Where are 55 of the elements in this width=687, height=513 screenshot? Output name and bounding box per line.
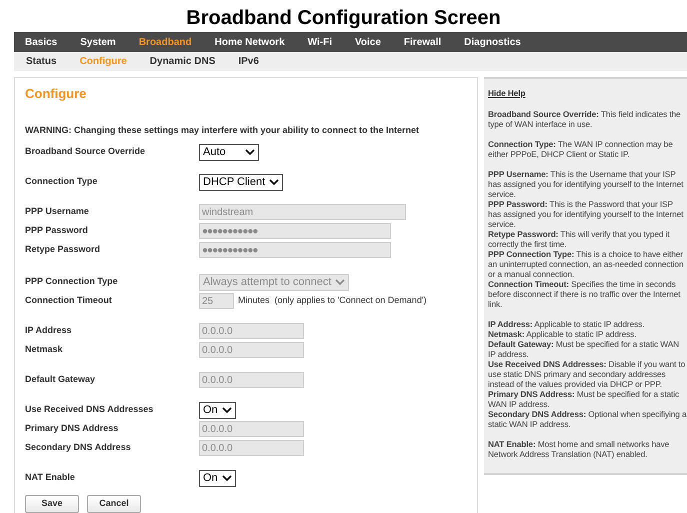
save-button[interactable]: Save [25, 495, 79, 513]
chevron-down-icon [222, 407, 232, 414]
warning-text: WARNING: Changing these settings may interfere with your ability to connect to the Internet [25, 124, 420, 137]
field-label: PPP Connection Type [25, 275, 119, 288]
help-paragraph: PPP Password: This is the Password that your ISP has assigned you for identifying yourself to the Internet service. [488, 199, 684, 229]
dropdown[interactable]: On [199, 402, 236, 419]
help-paragraph: Connection Type: The WAN IP connection may be either PPPoE, DHCP Client or Static IP. [488, 139, 674, 159]
nav-tab[interactable]: Home Network [214, 34, 285, 50]
chevron-down-icon [222, 475, 232, 482]
hide-help-link[interactable]: Hide Help [488, 88, 687, 98]
panel-title: Configure [25, 85, 88, 103]
help-paragraph: Default Gateway: Must be specified for a static WAN IP address. [488, 339, 680, 359]
nav-tab[interactable]: Diagnostics [464, 34, 521, 50]
help-paragraph: Secondary DNS Address: Optional when specifiying a static WAN IP address. [488, 409, 687, 429]
help-paragraph: Primary DNS Address: Must be specified for a static WAN IP address. [488, 389, 680, 409]
nav-tab[interactable]: Voice [354, 34, 381, 50]
field-label: Primary DNS Address [25, 422, 120, 435]
sub-nav-tab[interactable]: IPv6 [238, 54, 259, 69]
nav-tab[interactable]: Firewall [404, 34, 442, 50]
help-paragraph: Retype Password: This will verify that you typed it correctly the first time. [488, 229, 671, 249]
nav-tab[interactable]: Broadband [138, 34, 192, 50]
field-label: NAT Enable [25, 471, 76, 484]
help-paragraph: Use Received DNS Addresses: Disable if you want to use static DNS primary and secondary addresses instead of the values provided via DHCP or PPP. [488, 359, 686, 389]
field-label: Use Received DNS Addresses [25, 403, 154, 416]
field-label: PPP Username [25, 205, 90, 218]
nav-tab[interactable]: Wi-Fi [308, 34, 332, 50]
field-label: Retype Password [25, 243, 102, 256]
field-label: Connection Type [25, 175, 98, 188]
dropdown[interactable]: On [199, 470, 236, 487]
dropdown[interactable]: Auto [199, 144, 259, 161]
help-paragraph: Broadband Source Override: This field indicates the type of WAN interface in use. [488, 109, 682, 129]
timeout-note: Minutes (only applies to 'Connect on Demand') [238, 294, 427, 308]
field-label: Connection Timeout [25, 294, 113, 307]
cancel-button[interactable]: Cancel [87, 495, 141, 513]
chevron-down-icon [269, 179, 280, 186]
page-title: Broadband Configuration Screen [185, 6, 502, 31]
sub-nav-tab[interactable]: Dynamic DNS [150, 54, 216, 69]
chevron-down-icon [335, 279, 346, 286]
help-paragraph: PPP Connection Type: This is a choice to have either an uninterrupted connection, an as-needed connection or a manual connection. [488, 249, 684, 279]
field-label: Netmask [25, 343, 64, 356]
field-label: PPP Password [25, 224, 89, 237]
nav-tab[interactable]: Basics [25, 34, 58, 50]
sub-nav-tab[interactable]: Status [26, 54, 57, 69]
help-paragraph: Connection Timeout: Specifies the time in seconds before disconnect if there is no traffic over the Internet link. [488, 279, 682, 309]
help-paragraph: IP Address: Applicable to static IP address. [488, 319, 646, 329]
dropdown[interactable]: DHCP Client [199, 174, 284, 191]
chevron-down-icon [245, 149, 255, 156]
nav-tab[interactable]: System [80, 34, 116, 50]
help-paragraph: PPP Username: This is the Username that your ISP has assigned you for identifying yourself to the Internet service. [488, 169, 684, 199]
field-label: Broadband Source Override [25, 145, 146, 158]
field-label: Secondary DNS Address [25, 441, 132, 454]
help-paragraph: Netmask: Applicable to static IP address. [488, 329, 638, 339]
help-paragraph: NAT Enable: Most home and small networks have Network Address Translation (NAT) enabled. [488, 439, 670, 459]
field-label: Default Gateway [25, 373, 96, 386]
field-label: IP Address [25, 324, 73, 337]
